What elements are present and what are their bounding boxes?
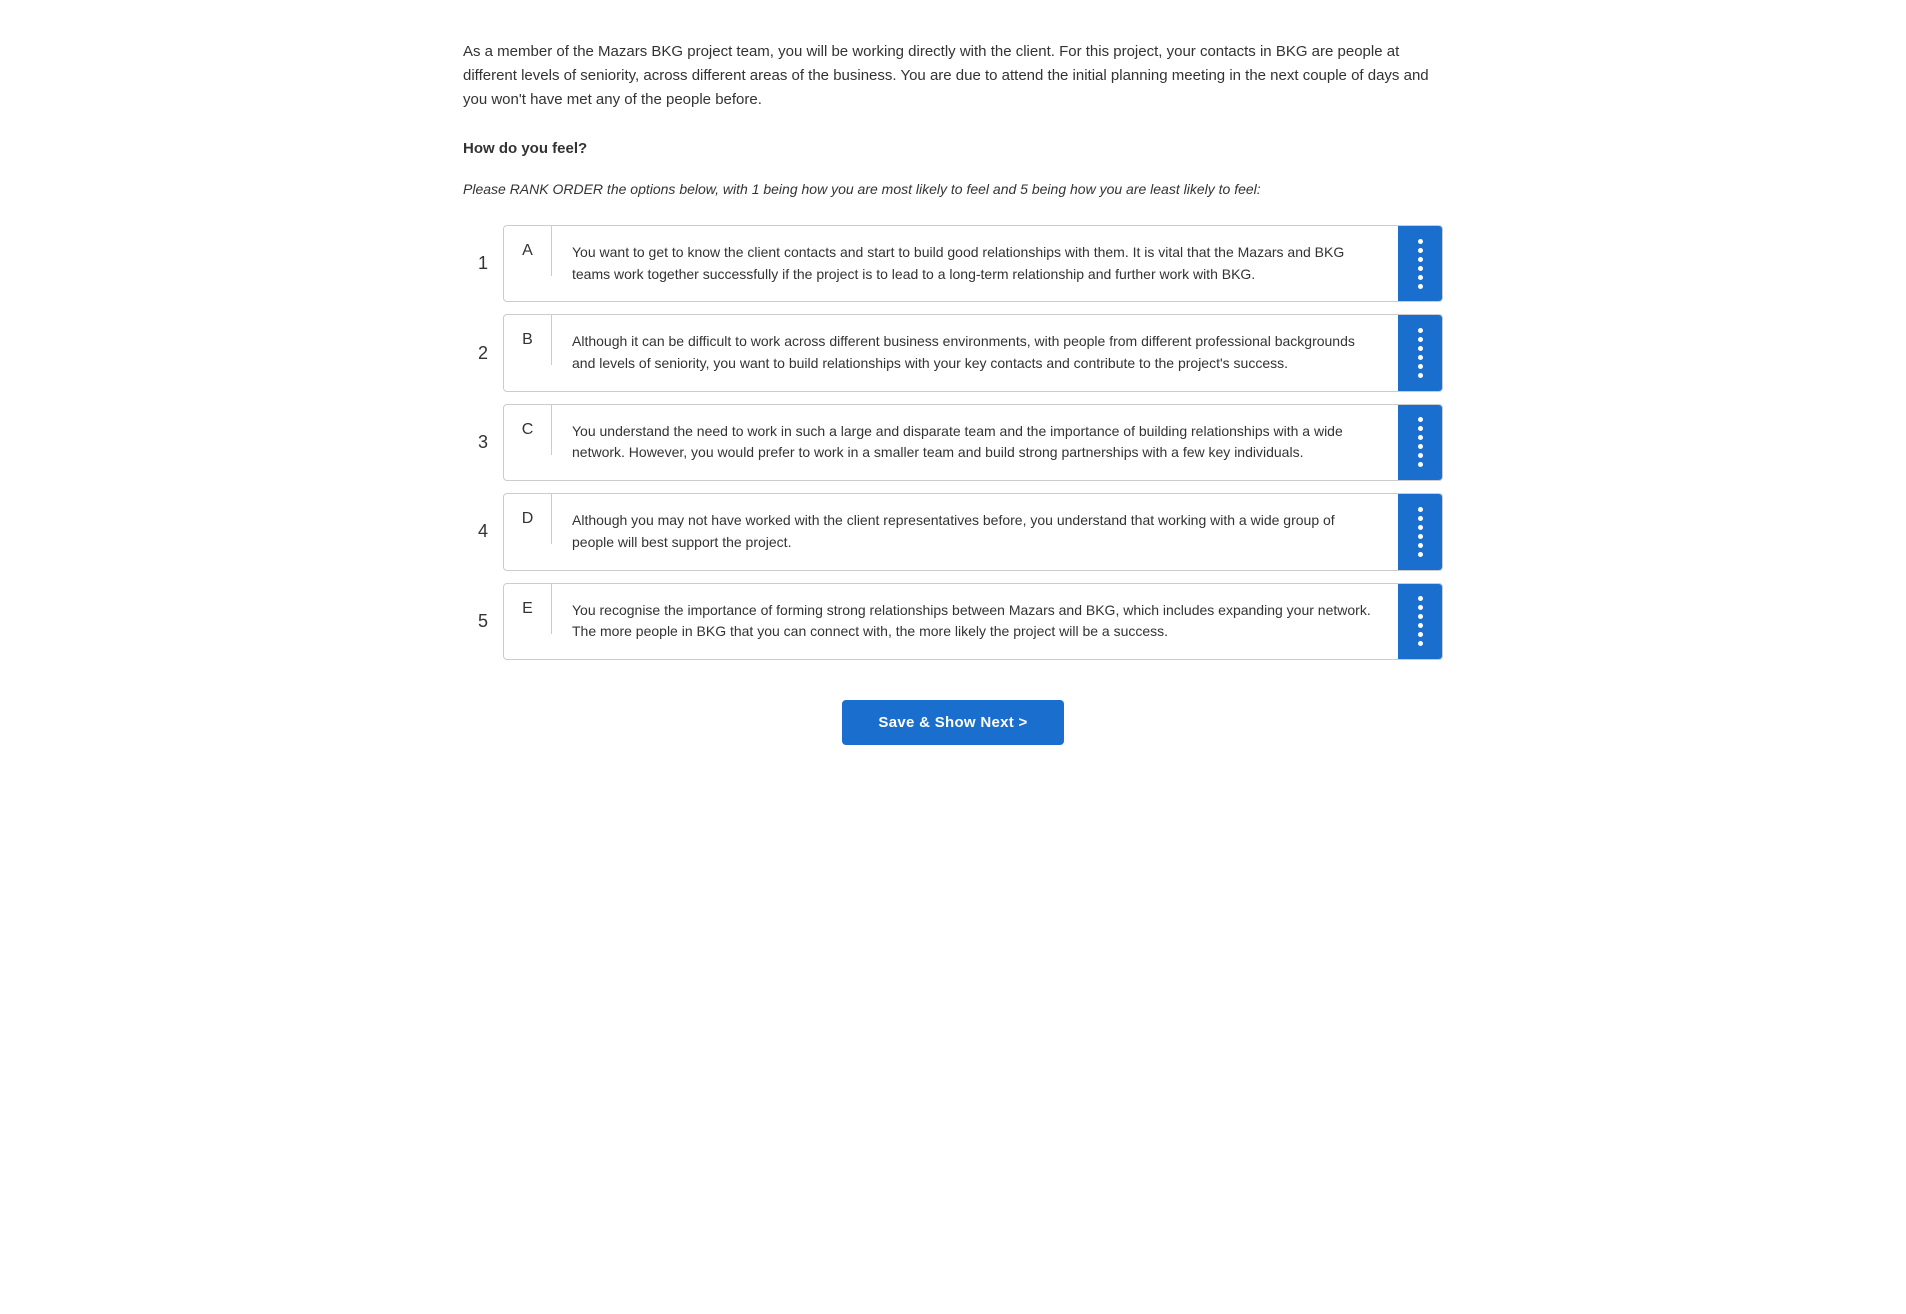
rank-item: 1AYou want to get to know the client con… [463,225,1443,302]
question-label: How do you feel? [463,140,1443,157]
rank-list: 1AYou want to get to know the client con… [463,225,1443,660]
drag-handle[interactable] [1398,494,1442,569]
save-show-next-button[interactable]: Save & Show Next > [842,700,1063,745]
rank-number: 1 [463,253,503,274]
rank-card: EYou recognise the importance of forming… [503,583,1443,660]
rank-card: CYou understand the need to work in such… [503,404,1443,481]
rank-item: 4DAlthough you may not have worked with … [463,493,1443,570]
option-text: Although you may not have worked with th… [552,494,1398,569]
instruction-text: Please RANK ORDER the options below, wit… [463,181,1443,197]
intro-text: As a member of the Mazars BKG project te… [463,40,1443,112]
option-letter-label: D [504,494,552,544]
rank-number: 4 [463,521,503,542]
rank-number: 5 [463,611,503,632]
option-letter-label: B [504,315,552,365]
drag-dots-icon [1418,596,1423,646]
option-text: You understand the need to work in such … [552,405,1398,480]
drag-dots-icon [1418,239,1423,289]
rank-number: 2 [463,343,503,364]
option-letter-label: A [504,226,552,276]
drag-dots-icon [1418,507,1423,557]
drag-handle[interactable] [1398,584,1442,659]
rank-card: BAlthough it can be difficult to work ac… [503,314,1443,391]
option-text: You want to get to know the client conta… [552,226,1398,301]
rank-card: DAlthough you may not have worked with t… [503,493,1443,570]
rank-number: 3 [463,432,503,453]
drag-handle[interactable] [1398,405,1442,480]
option-text: You recognise the importance of forming … [552,584,1398,659]
drag-handle[interactable] [1398,226,1442,301]
option-letter-label: E [504,584,552,634]
rank-card: AYou want to get to know the client cont… [503,225,1443,302]
drag-dots-icon [1418,417,1423,467]
rank-item: 3CYou understand the need to work in suc… [463,404,1443,481]
option-letter-label: C [504,405,552,455]
option-text: Although it can be difficult to work acr… [552,315,1398,390]
rank-item: 2BAlthough it can be difficult to work a… [463,314,1443,391]
rank-item: 5EYou recognise the importance of formin… [463,583,1443,660]
button-container: Save & Show Next > [463,700,1443,745]
drag-dots-icon [1418,328,1423,378]
drag-handle[interactable] [1398,315,1442,390]
